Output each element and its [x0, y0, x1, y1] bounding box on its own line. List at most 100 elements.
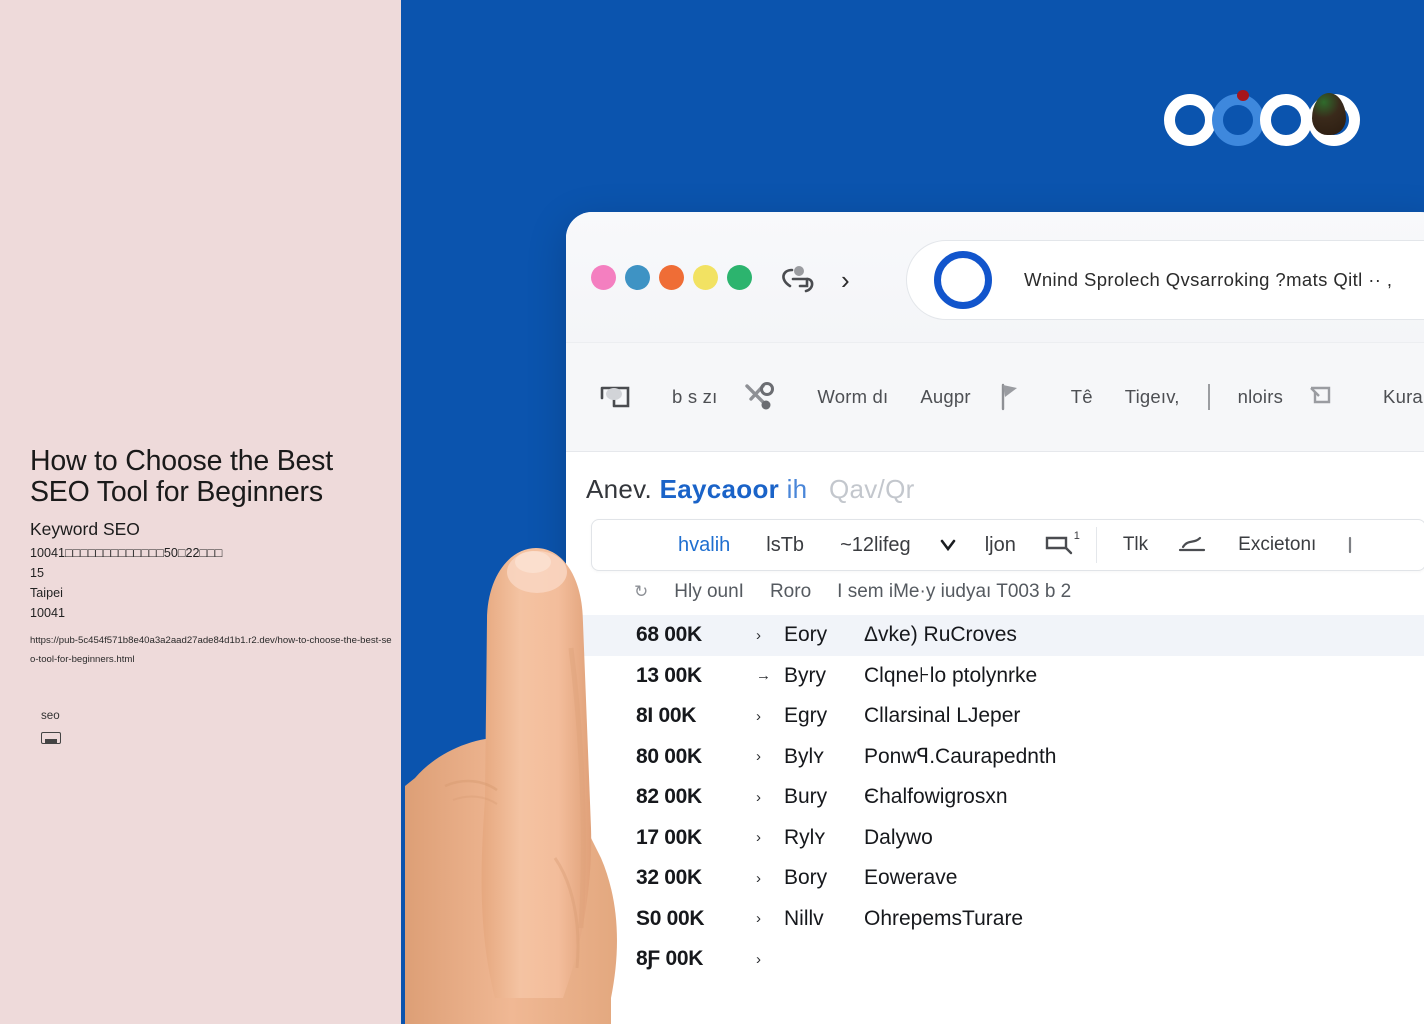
filter-item-1[interactable]: lsTb [748, 534, 822, 557]
page-title: How to Choose the Best SEO Tool for Begi… [30, 445, 333, 508]
row-volume: 13 00K [636, 663, 702, 687]
toolbar-item-7[interactable]: Kural [1367, 386, 1424, 408]
content-heading: Anev. Eaycaoor ih Qav/Qr [566, 452, 1424, 505]
table-row[interactable]: S0 00K › Nillv OhrepemsTurare [566, 899, 1424, 940]
filter-item-2[interactable]: ~12lifeg [822, 534, 929, 557]
export-icon[interactable] [1176, 532, 1210, 558]
sort-icon[interactable]: ↻ [634, 582, 648, 602]
source-url[interactable]: https://pub-5c454f571b8e40a3a2aad27ade84… [30, 631, 396, 669]
screenshot-root: How to Choose the Best SEO Tool for Begi… [0, 0, 1424, 1024]
traffic-light-pink[interactable] [591, 265, 616, 290]
column-header-3[interactable]: I sem iMe·y iudyaı T003 b 2 [837, 581, 1071, 603]
app-grid-icon[interactable] [594, 380, 640, 414]
heading-part-2: Eaycaoor [659, 474, 780, 504]
row-keyword: Egry [784, 704, 828, 728]
browser-titlebar: › Wnind Sprolech Qvsarroking ?mats Qitl … [566, 212, 1424, 342]
row-description: OhrepemsTurare [864, 906, 1024, 930]
toolbar-item-5[interactable]: Tigeıv, [1109, 386, 1196, 408]
table-row[interactable]: 8I 00K › Egry Cllarsinal LJeper [566, 696, 1424, 737]
table-row[interactable]: 13 00K → Byry Clqne⊦lo ptolynrke [566, 656, 1424, 697]
filter-item-3[interactable]: ljon [967, 534, 1034, 557]
table-row[interactable]: 82 00K › Bury Єhalfowigrosxn [566, 777, 1424, 818]
row-volume: 8I 00K [636, 704, 697, 728]
row-keyword: Nillv [784, 906, 824, 930]
filter-right-label[interactable]: Tlk [1105, 534, 1166, 556]
row-volume: S0 00K [636, 906, 705, 930]
row-volume: 17 00K [636, 825, 702, 849]
row-volume: 80 00K [636, 744, 702, 768]
row-volume: 32 00K [636, 866, 702, 890]
tray-icon[interactable] [1305, 380, 1351, 414]
row-volume: 82 00K [636, 785, 702, 809]
cart-badge: 1 [1073, 530, 1080, 542]
browser-toolbar: b s zı Worm dı Augpr Tê Tigeıv, nloirs K… [566, 342, 1424, 452]
circle-indicator-icon [934, 251, 992, 309]
row-keyword: Byry [784, 663, 826, 687]
column-icon[interactable] [1344, 532, 1378, 558]
row-arrow-icon: › [756, 869, 761, 887]
toolbar-item-2[interactable]: Worm dı [801, 386, 904, 408]
logo-ring-1 [1164, 94, 1216, 146]
address-city: Taipei [30, 586, 63, 600]
traffic-light-orange[interactable] [659, 265, 684, 290]
logo-ring-4 [1308, 93, 1360, 146]
table-row[interactable]: 68 00K › Eory Δvke) RuCroves [566, 615, 1424, 656]
traffic-light-yellow[interactable] [693, 265, 718, 290]
traffic-light-blue[interactable] [625, 265, 650, 290]
table-row[interactable]: 80 00K › Bylʏ Ponwꟼ.Caurapednth [566, 737, 1424, 778]
row-keyword: Eory [784, 623, 828, 647]
toolbar-item-3[interactable]: Augpr [904, 386, 986, 408]
export-label[interactable]: Excietonı [1220, 534, 1334, 556]
logo-ring-3 [1260, 94, 1312, 146]
heading-part-1: Anev. [586, 474, 653, 504]
row-keyword: Rylʏ [784, 825, 826, 849]
flag-icon[interactable] [993, 380, 1039, 414]
row-description: Cllarsinal LJeper [864, 704, 1021, 728]
logo-blob [1312, 93, 1346, 135]
back-navigation-icon[interactable] [776, 264, 824, 294]
row-arrow-icon: › [756, 829, 761, 847]
row-arrow-icon: › [756, 788, 761, 806]
row-description: Єhalfowigrosxn [864, 785, 1008, 809]
row-description: Eowerave [864, 866, 958, 890]
logo-accent-dot [1237, 90, 1249, 101]
column-header-2[interactable]: Roro [770, 581, 811, 603]
scissors-icon[interactable] [739, 380, 785, 414]
row-arrow-icon: › [756, 748, 761, 766]
toolbar-item-1[interactable]: b s zı [656, 386, 733, 408]
cart-icon[interactable]: 1 [1044, 530, 1080, 558]
row-arrow-icon: › [756, 707, 761, 725]
row-arrow-icon: → [756, 667, 771, 685]
address-number: 15 [30, 566, 45, 580]
row-volume: 8Ƒ 00K [636, 947, 704, 971]
table-row[interactable]: 17 00K › Rylʏ Dalywo [566, 818, 1424, 859]
traffic-light-green[interactable] [727, 265, 752, 290]
toolbar-item-6[interactable]: nloirs [1222, 386, 1299, 408]
brand-logo [1164, 85, 1364, 155]
row-arrow-icon: › [756, 910, 761, 928]
row-description: Ponwꟼ.Caurapednth [864, 745, 1057, 769]
chevron-right-icon[interactable]: › [841, 265, 850, 296]
row-arrow-icon: › [756, 626, 761, 644]
row-keyword: Bylʏ [784, 744, 825, 768]
table-row[interactable]: 8Ƒ 00K › [566, 939, 1424, 980]
filter-divider [1095, 527, 1097, 563]
article-info-panel: How to Choose the Best SEO Tool for Begi… [0, 0, 401, 1024]
column-header-1[interactable]: Hly ounI [674, 581, 744, 603]
table-row[interactable]: 32 00K › Bory Eowerave [566, 858, 1424, 899]
row-keyword: Bory [784, 866, 828, 890]
filter-primary[interactable]: hvalih [660, 534, 748, 557]
address-postcode: 10041 [30, 606, 66, 620]
card-icon [41, 732, 61, 744]
row-keyword: Bury [784, 785, 828, 809]
toolbar-item-4[interactable]: Tê [1055, 386, 1109, 408]
address-bar-text: Wnind Sprolech Qvsarroking ?mats Qitl ··… [1024, 269, 1393, 290]
row-volume: 68 00K [636, 623, 702, 647]
chevron-down-icon[interactable] [939, 532, 957, 558]
window-controls[interactable] [591, 265, 752, 290]
address-bar[interactable]: Wnind Sprolech Qvsarroking ?mats Qitl ··… [906, 240, 1424, 320]
toolbar-divider [1207, 384, 1210, 410]
browser-window: › Wnind Sprolech Qvsarroking ?mats Qitl … [566, 212, 1424, 1024]
heading-part-4: Qav/Qr [828, 474, 915, 504]
tag-label: seo [41, 709, 60, 722]
